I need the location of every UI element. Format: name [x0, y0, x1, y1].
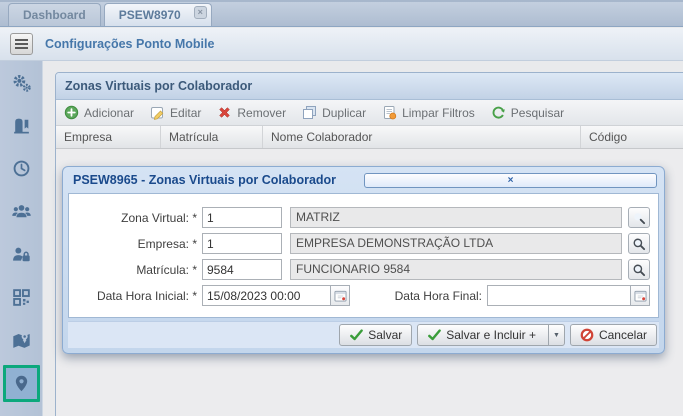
sidebar-item-modules[interactable]: [0, 276, 43, 319]
column-codigo[interactable]: Código: [581, 126, 683, 148]
hamburger-icon: [15, 39, 28, 41]
matricula-code-input[interactable]: [202, 259, 282, 280]
matricula-label: Matrícula: *: [136, 262, 197, 277]
clear-filters-icon: [384, 106, 397, 120]
tab-close-icon[interactable]: ×: [193, 6, 207, 19]
empresa-lookup-button[interactable]: [628, 233, 650, 254]
panel-title: Zonas Virtuais por Colaborador: [65, 79, 253, 93]
column-nome-colaborador[interactable]: Nome Colaborador: [263, 126, 581, 148]
clock-icon: [13, 160, 30, 177]
matricula-lookup-button[interactable]: [628, 259, 650, 280]
zona-virtual-desc: MATRIZ: [290, 207, 622, 228]
sidebar-item-virtual-zones[interactable]: [3, 365, 40, 402]
dates-row: Data Hora Inicial: * Data Hora Final:: [69, 285, 653, 306]
sidebar-item-settings[interactable]: [0, 61, 43, 104]
save-and-add-button[interactable]: Salvar e Incluir + ▼: [417, 324, 565, 346]
refresh-search-icon: [492, 106, 505, 119]
data-inicial-label: Data Hora Inicial: *: [96, 288, 197, 303]
duplicate-icon: [303, 106, 317, 119]
dialog-close-icon[interactable]: ×: [364, 172, 657, 188]
magnifier-icon: [633, 238, 646, 250]
menu-bar: Configurações Ponto Mobile: [0, 28, 683, 61]
dialog-title: PSEW8965 - Zonas Virtuais por Colaborado…: [73, 173, 337, 187]
grid-header: Empresa Matrícula Nome Colaborador Códig…: [56, 126, 683, 149]
matricula-desc: FUNCIONARIO 9584: [290, 259, 622, 280]
sidebar-item-people[interactable]: [0, 190, 43, 233]
magnifier-icon: [634, 212, 646, 224]
add-icon: [64, 105, 79, 120]
remove-button[interactable]: Remover: [217, 105, 286, 120]
cancel-icon: [580, 328, 594, 342]
cancel-button-label: Cancelar: [598, 328, 647, 342]
user-lock-icon: [13, 247, 30, 262]
hamburger-menu-button[interactable]: [10, 33, 33, 55]
data-final-label: Data Hora Final:: [394, 288, 482, 303]
sidebar-item-map-zones[interactable]: [0, 319, 43, 362]
add-button[interactable]: Adicionar: [64, 105, 134, 120]
empresa-code-input[interactable]: [202, 233, 282, 254]
zona-virtual-lookup-button[interactable]: [628, 207, 650, 228]
people-group-icon: [12, 205, 31, 218]
search-button[interactable]: Pesquisar: [491, 105, 564, 120]
sidebar: [0, 61, 43, 416]
sidebar-item-clock[interactable]: [0, 147, 43, 190]
tab-dashboard-label: Dashboard: [23, 8, 86, 22]
magnifier-icon: [633, 264, 646, 276]
dialog-form: Zona Virtual: * MATRIZ Empresa: * EMPRES…: [68, 193, 659, 318]
calendar-icon: [634, 290, 646, 302]
clear-filters-button[interactable]: Limpar Filtros: [382, 105, 475, 120]
edit-button[interactable]: Editar: [150, 105, 201, 120]
empresa-label: Empresa: *: [137, 236, 197, 251]
save-button-label: Salvar: [368, 328, 403, 342]
check-icon: [350, 329, 364, 341]
check-icon: [428, 329, 442, 341]
data-final-field: [487, 285, 650, 306]
column-matricula[interactable]: Matrícula: [161, 126, 263, 148]
save-and-add-label: Salvar e Incluir +: [446, 328, 536, 342]
zona-virtual-code-input[interactable]: [202, 207, 282, 228]
tab-psew8970[interactable]: PSEW8970 ×: [103, 3, 212, 26]
empresa-desc: EMPRESA DEMONSTRAÇÃO LTDA: [290, 233, 622, 254]
remove-x-icon: [219, 107, 231, 118]
dialog-footer: Salvar Salvar e Incluir + ▼ Cancelar: [68, 321, 659, 348]
zona-virtual-label: Zona Virtual: *: [121, 210, 197, 225]
save-and-add-dropdown-arrow[interactable]: ▼: [547, 324, 564, 346]
empresa-row: Empresa: * EMPRESA DEMONSTRAÇÃO LTDA: [69, 233, 653, 254]
settings-gears-icon: [13, 75, 31, 92]
page-title: Configurações Ponto Mobile: [45, 37, 215, 51]
data-final-calendar-button[interactable]: [630, 285, 650, 306]
dialog-title-bar[interactable]: PSEW8965 - Zonas Virtuais por Colaborado…: [68, 167, 659, 193]
tab-psew8970-label: PSEW8970: [118, 8, 181, 22]
panel-header: Zonas Virtuais por Colaborador: [56, 73, 683, 100]
company-exit-icon: [14, 118, 29, 134]
save-button[interactable]: Salvar: [339, 324, 413, 346]
cancel-button[interactable]: Cancelar: [569, 324, 657, 346]
qr-modules-icon: [13, 289, 30, 306]
matricula-row: Matrícula: * FUNCIONARIO 9584: [69, 259, 653, 280]
data-inicial-input[interactable]: [202, 285, 330, 306]
calendar-icon: [334, 290, 346, 302]
sidebar-item-user-access[interactable]: [0, 233, 43, 276]
tab-dashboard[interactable]: Dashboard: [8, 3, 101, 26]
location-pin-icon: [15, 375, 28, 392]
column-empresa[interactable]: Empresa: [56, 126, 161, 148]
virtual-zone-dialog: PSEW8965 - Zonas Virtuais por Colaborado…: [62, 166, 665, 354]
data-inicial-field: [202, 285, 350, 306]
data-inicial-calendar-button[interactable]: [330, 285, 350, 306]
panel-toolbar: Adicionar Editar Remover Duplicar Limpar…: [56, 100, 683, 126]
duplicate-button[interactable]: Duplicar: [302, 105, 366, 120]
zona-virtual-row: Zona Virtual: * MATRIZ: [69, 207, 653, 228]
data-final-input[interactable]: [487, 285, 630, 306]
sidebar-item-company[interactable]: [0, 104, 43, 147]
tab-bar: Dashboard PSEW8970 ×: [0, 0, 683, 27]
map-location-icon: [13, 333, 30, 348]
edit-icon: [151, 107, 164, 120]
